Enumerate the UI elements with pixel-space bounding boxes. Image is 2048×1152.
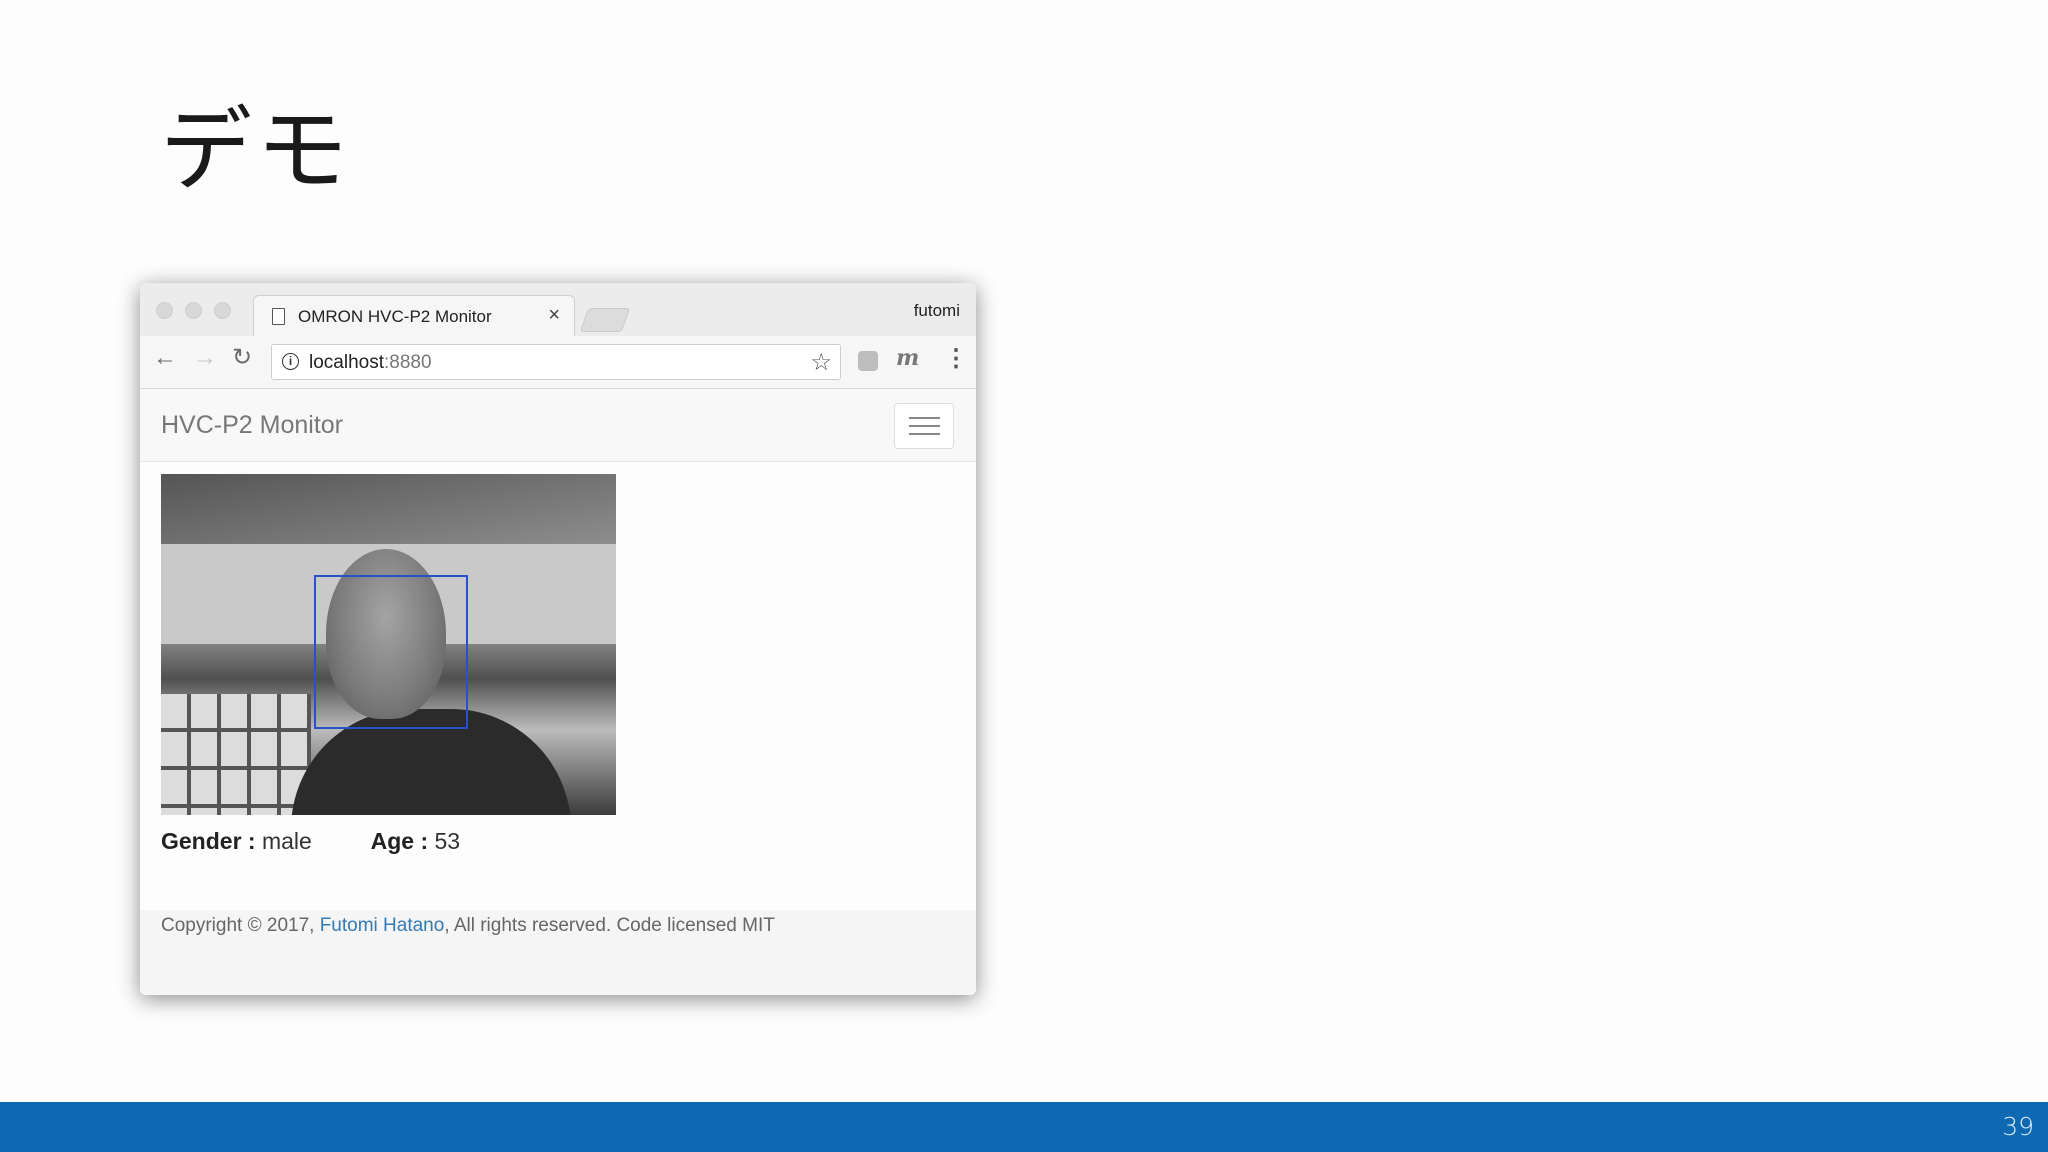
hamburger-menu-button[interactable] — [894, 403, 954, 449]
author-link[interactable]: Futomi Hatano — [320, 915, 445, 936]
slide-footer-bar: 39 — [0, 1102, 2048, 1152]
url-text: localhost:8880 — [309, 352, 432, 374]
browser-tab[interactable]: OMRON HVC-P2 Monitor × — [253, 295, 575, 339]
app-footer: Copyright © 2017, Futomi Hatano, All rig… — [140, 910, 976, 995]
close-tab-icon[interactable]: × — [548, 304, 560, 327]
camera-image — [161, 474, 616, 815]
extension-m-icon[interactable]: m — [896, 345, 919, 371]
maximize-window-button[interactable] — [214, 302, 231, 319]
app-navbar: HVC-P2 Monitor — [140, 389, 976, 462]
extension-icon[interactable] — [858, 351, 878, 371]
copyright-suffix: , All rights reserved. Code licensed MIT — [444, 915, 775, 936]
copyright-text: Copyright © 2017, Futomi Hatano, All rig… — [161, 915, 775, 937]
slide-title: デモ — [160, 97, 353, 204]
close-window-button[interactable] — [156, 302, 173, 319]
browser-window: OMRON HVC-P2 Monitor × futomi ← → ↻ i lo… — [140, 283, 976, 995]
hamburger-line-icon — [909, 425, 940, 427]
hamburger-line-icon — [909, 433, 940, 435]
profile-name[interactable]: futomi — [914, 301, 960, 321]
gender-value: male — [261, 828, 312, 854]
bookmark-star-icon[interactable]: ☆ — [810, 348, 832, 377]
app-brand[interactable]: HVC-P2 Monitor — [161, 411, 343, 440]
age-label: Age : — [370, 828, 429, 854]
detection-result: Gender : male Age : 53 — [161, 828, 460, 855]
face-detection-box — [314, 575, 468, 729]
hamburger-line-icon — [909, 417, 940, 419]
browser-tab-bar: OMRON HVC-P2 Monitor × futomi — [140, 283, 976, 339]
browser-toolbar: ← → ↻ i localhost:8880 ☆ m ⋮ — [140, 336, 976, 389]
tab-title: OMRON HVC-P2 Monitor — [298, 307, 492, 326]
camera-ceiling — [161, 474, 616, 544]
url-port: :8880 — [384, 352, 432, 373]
document-icon — [272, 308, 285, 325]
minimize-window-button[interactable] — [185, 302, 202, 319]
camera-shoji-grid — [161, 694, 311, 815]
copyright-prefix: Copyright © 2017, — [161, 915, 320, 936]
info-icon[interactable]: i — [282, 353, 299, 370]
reload-icon[interactable]: ↻ — [232, 346, 252, 370]
browser-menu-icon[interactable]: ⋮ — [944, 344, 968, 373]
url-host: localhost — [309, 352, 384, 373]
address-bar[interactable]: i localhost:8880 ☆ — [271, 344, 841, 380]
page-number: 39 — [2002, 1112, 2034, 1141]
new-tab-button[interactable] — [579, 308, 631, 332]
back-arrow-icon[interactable]: ← — [153, 346, 177, 370]
gender-label: Gender : — [161, 828, 256, 854]
forward-arrow-icon[interactable]: → — [193, 346, 217, 370]
age-value: 53 — [434, 828, 461, 854]
